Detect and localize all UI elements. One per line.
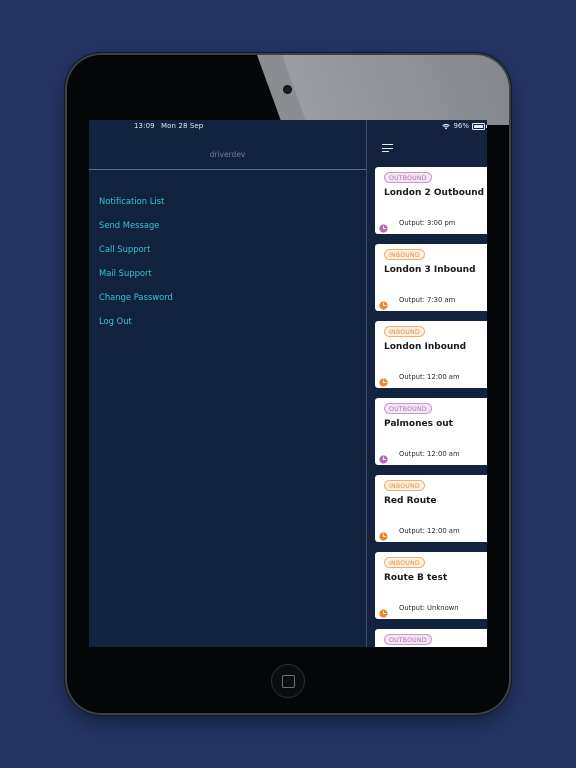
route-output-time: Output: 12:00 am [399,527,460,535]
drawer-menu: Notification List Send Message Call Supp… [99,195,173,340]
clock-icon [379,295,388,310]
status-bar-right: 96% [442,122,487,130]
route-card[interactable]: INBOUND London 3 Inbound Output: 7:30 am [375,244,487,311]
clock-icon [379,449,388,464]
route-output-time: Output: 3:00 pm [399,219,456,227]
clock-icon [379,526,388,541]
bezel-reflection-highlight [282,55,509,125]
menu-item-change-password[interactable]: Change Password [99,291,173,315]
side-drawer: 13:09 Mon 28 Sep driverdev Notification … [89,120,366,647]
route-card[interactable]: OUTBOUND [375,629,487,647]
route-title: Red Route [384,496,437,506]
status-date: Mon 28 Sep [161,122,204,130]
route-title: London 2 Outbound [384,188,485,198]
route-type-badge: OUTBOUND [384,172,432,183]
route-type-badge: INBOUND [384,480,425,491]
menu-item-notification-list[interactable]: Notification List [99,195,173,219]
route-output-time: Output: 12:00 am [399,373,460,381]
wifi-icon [442,123,451,129]
menu-item-call-support[interactable]: Call Support [99,243,173,267]
menu-item-mail-support[interactable]: Mail Support [99,267,173,291]
home-button[interactable] [271,664,305,698]
route-type-badge: INBOUND [384,249,425,260]
route-card[interactable]: INBOUND London Inbound Output: 12:00 am [375,321,487,388]
route-title: London 3 Inbound [384,265,476,275]
status-bar-left: 13:09 Mon 28 Sep [134,122,207,130]
route-type-badge: OUTBOUND [384,634,432,645]
hamburger-menu-icon[interactable] [382,144,393,153]
clock-icon [379,218,388,233]
status-time: 13:09 [134,122,155,130]
route-title: Route B test [384,573,448,583]
route-type-badge: INBOUND [384,557,425,568]
battery-fill [474,124,483,128]
route-type-badge: INBOUND [384,326,425,337]
route-output-time: Output: 12:00 am [399,450,460,458]
route-title: London Inbound [384,342,467,352]
route-card[interactable]: OUTBOUND London 2 Outbound Output: 3:00 pm [375,167,487,234]
route-title: Palmones out [384,419,453,429]
clock-icon [379,372,388,387]
battery-icon [472,122,487,130]
route-output-time: Output: 7:30 am [399,296,456,304]
battery-percent: 96% [453,122,469,130]
route-card[interactable]: INBOUND Red Route Output: 12:00 am [375,475,487,542]
app-screen: 13:09 Mon 28 Sep driverdev Notification … [89,120,487,647]
home-square-icon [281,674,295,688]
drawer-header: driverdev [89,131,366,170]
route-type-badge: OUTBOUND [384,403,432,414]
camera-icon [283,85,292,94]
route-card[interactable]: INBOUND Route B test Output: Unknown [375,552,487,619]
route-card[interactable]: OUTBOUND Palmones out Output: 12:00 am [375,398,487,465]
route-output-time: Output: Unknown [399,604,459,612]
menu-item-log-out[interactable]: Log Out [99,315,173,339]
clock-icon [379,603,388,618]
menu-item-send-message[interactable]: Send Message [99,219,173,243]
routes-panel: 96% OUTBOUND London 2 Outbound Output: 3:0… [367,120,487,647]
drawer-username: driverdev [209,150,246,159]
